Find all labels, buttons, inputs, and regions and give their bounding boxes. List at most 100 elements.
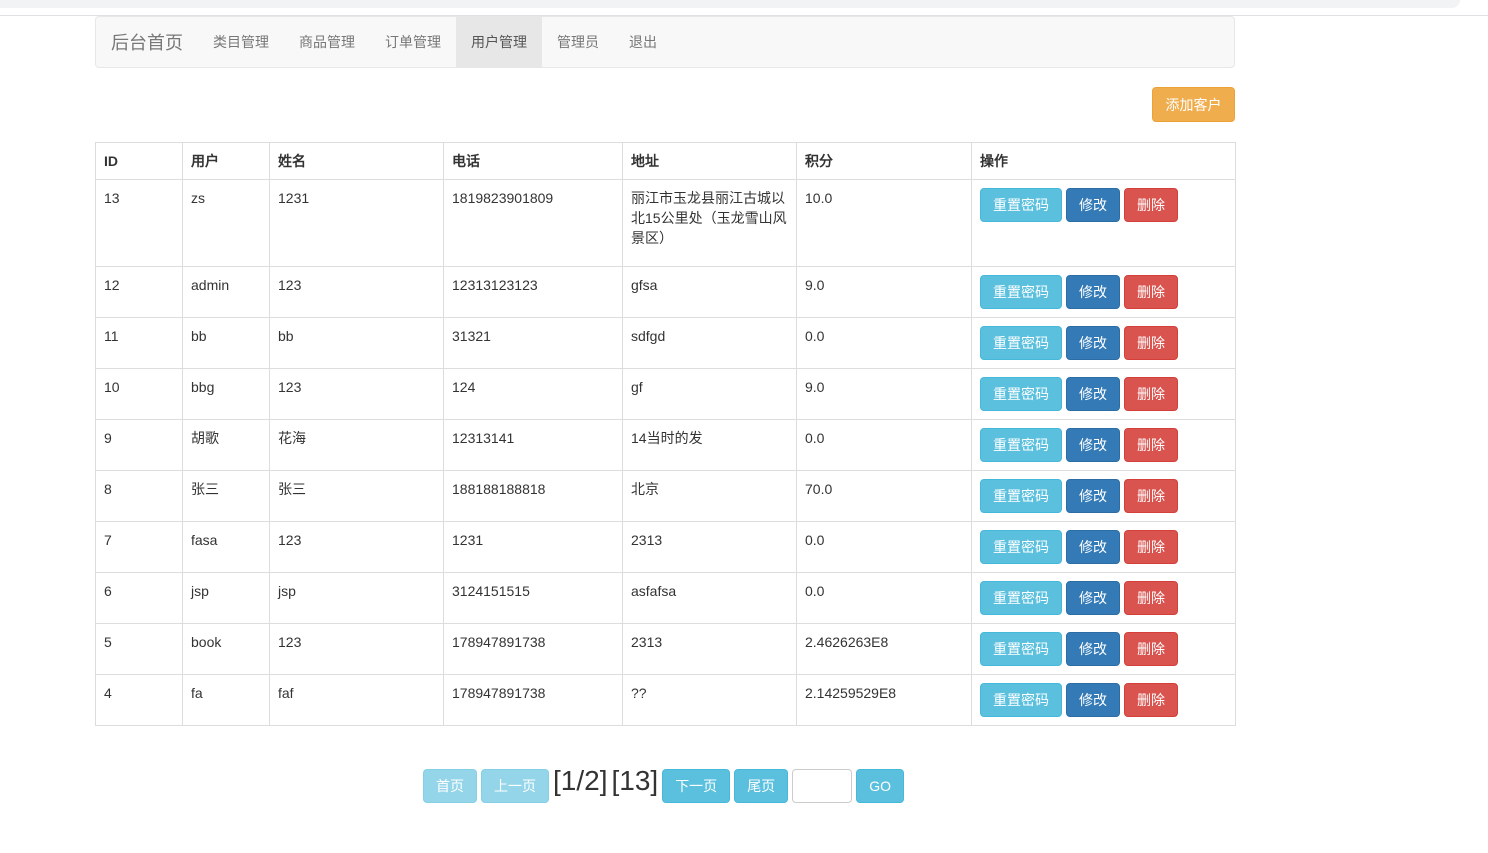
table-row: 4 fa faf 178947891738?? 2.14259529E8 重置密码 修改 删除 bbox=[95, 674, 1236, 726]
edit-button[interactable]: 修改 bbox=[1066, 275, 1120, 309]
header-name: 姓名 bbox=[269, 142, 444, 180]
nav-products[interactable]: 商品管理 bbox=[284, 17, 370, 67]
cell-user: book bbox=[182, 623, 270, 675]
delete-button[interactable]: 删除 bbox=[1124, 326, 1178, 360]
first-page-button[interactable]: 首页 bbox=[423, 769, 477, 803]
nav-orders[interactable]: 订单管理 bbox=[370, 17, 456, 67]
cell-phone: 188188188818 bbox=[443, 470, 623, 522]
cell-points: 2.4626263E8 bbox=[796, 623, 972, 675]
nav-logout[interactable]: 退出 bbox=[614, 17, 672, 67]
table-row: 5 book 123 178947891738 2313 2.4626263E8 重置密码修… bbox=[95, 623, 1236, 675]
cell-user: fa bbox=[182, 674, 270, 726]
cell-actions: 重置密码 修改 删除 bbox=[971, 317, 1236, 369]
cell-address: 北京 bbox=[622, 470, 797, 522]
cell-name: 1231 bbox=[269, 179, 444, 267]
cell-name: 花海 bbox=[269, 419, 444, 471]
cell-id: 12 bbox=[95, 266, 183, 318]
cell-id: 6 bbox=[95, 572, 183, 624]
cell-phone: 178947891738 bbox=[443, 623, 623, 675]
prev-page-button[interactable]: 上一页 bbox=[481, 769, 549, 803]
edit-button[interactable]: 修改 bbox=[1066, 377, 1120, 411]
users-table: ID 用户 姓名 电话 地址 积分 操作 13 zs 1231 18198239018… bbox=[95, 142, 1236, 726]
add-customer-button[interactable]: 添加客户 bbox=[1152, 87, 1235, 122]
cell-address: 丽江市玉龙县丽江古城以北15公里处（玉龙雪山风景区） bbox=[622, 179, 797, 267]
cell-phone: 1231 bbox=[443, 521, 623, 573]
last-page-button[interactable]: 尾页 bbox=[734, 769, 789, 803]
page-number-input[interactable] bbox=[792, 769, 853, 803]
table-row: 8 张三 张三 188188188818 北京 70.0 重置密码 修改 删除 bbox=[95, 470, 1236, 522]
edit-button[interactable]: 修改 bbox=[1066, 188, 1120, 222]
header-user: 用户 bbox=[182, 142, 270, 180]
delete-button[interactable]: 删除 bbox=[1124, 683, 1178, 717]
delete-button[interactable]: 删除 bbox=[1124, 428, 1178, 462]
reset-password-button[interactable]: 重置密码 bbox=[980, 275, 1062, 309]
table-header-row: ID 用户 姓名 电话 地址 积分 操作 bbox=[95, 142, 1236, 180]
cell-points: 10.0 bbox=[796, 179, 972, 267]
edit-button[interactable]: 修改 bbox=[1066, 530, 1120, 564]
edit-button[interactable]: 修改 bbox=[1066, 632, 1120, 666]
delete-button[interactable]: 删除 bbox=[1124, 530, 1178, 564]
cell-name: 123 bbox=[269, 266, 444, 318]
cell-user: bb bbox=[182, 317, 270, 369]
header-actions: 操作 bbox=[971, 142, 1236, 180]
top-navbar: 后台首页 类目管理 商品管理 订单管理 用户管理 管理员 退出 bbox=[95, 16, 1235, 68]
cell-actions: 重置密码 修改 删除 bbox=[971, 179, 1236, 267]
cell-points: 0.0 bbox=[796, 572, 972, 624]
cell-phone: 12313141 bbox=[443, 419, 623, 471]
cell-phone: 31321 bbox=[443, 317, 623, 369]
delete-button[interactable]: 删除 bbox=[1124, 377, 1178, 411]
reset-password-button[interactable]: 重置密码 bbox=[980, 326, 1062, 360]
table-row: 7 fasa 123 1231 2313 0.0 重置密码 修改 删除 bbox=[95, 521, 1236, 573]
reset-password-button[interactable]: 重置密码 bbox=[980, 479, 1062, 513]
cell-points: 9.0 bbox=[796, 266, 972, 318]
reset-password-button[interactable]: 重置密码 bbox=[980, 530, 1062, 564]
cell-id: 7 bbox=[95, 521, 183, 573]
delete-button[interactable]: 删除 bbox=[1124, 188, 1178, 222]
delete-button[interactable]: 删除 bbox=[1124, 581, 1178, 615]
cell-phone: 124 bbox=[443, 368, 623, 420]
cell-name: jsp bbox=[269, 572, 444, 624]
cell-user: zs bbox=[182, 179, 270, 267]
reset-password-button[interactable]: 重置密码 bbox=[980, 377, 1062, 411]
cell-user: bbg bbox=[182, 368, 270, 420]
go-button[interactable]: GO bbox=[856, 769, 904, 803]
header-phone: 电话 bbox=[443, 142, 623, 180]
edit-button[interactable]: 修改 bbox=[1066, 428, 1120, 462]
cell-address: 2313 bbox=[622, 521, 797, 573]
delete-button[interactable]: 删除 bbox=[1124, 275, 1178, 309]
table-row: 10 bbg 123 124 gf 9.0 重置密码 修改 删除 bbox=[95, 368, 1236, 420]
brand-home-link[interactable]: 后台首页 bbox=[96, 17, 198, 67]
delete-button[interactable]: 删除 bbox=[1124, 479, 1178, 513]
cell-actions: 重置密码 修改 删除 bbox=[971, 266, 1236, 318]
reset-password-button[interactable]: 重置密码 bbox=[980, 581, 1062, 615]
reset-password-button[interactable]: 重置密码 bbox=[980, 428, 1062, 462]
reset-password-button[interactable]: 重置密码 bbox=[980, 632, 1062, 666]
table-row: 6 jsp jsp 3124151515 asfafsa 0.0 重置密码 修改 删除 bbox=[95, 572, 1236, 624]
cell-user: 胡歌 bbox=[182, 419, 270, 471]
edit-button[interactable]: 修改 bbox=[1066, 581, 1120, 615]
next-page-button[interactable]: 下一页 bbox=[662, 769, 731, 803]
nav-category[interactable]: 类目管理 bbox=[198, 17, 284, 67]
edit-button[interactable]: 修改 bbox=[1066, 326, 1120, 360]
cell-address: asfafsa bbox=[622, 572, 797, 624]
nav-admins[interactable]: 管理员 bbox=[542, 17, 614, 67]
cell-name: faf bbox=[269, 674, 444, 726]
reset-password-button[interactable]: 重置密码 bbox=[980, 188, 1062, 222]
cell-actions: 重置密码 修改 删除 bbox=[971, 419, 1236, 471]
nav-users[interactable]: 用户管理 bbox=[456, 17, 542, 67]
cell-name: bb bbox=[269, 317, 444, 369]
browser-bar bbox=[0, 0, 1460, 8]
cell-name: 123 bbox=[269, 521, 444, 573]
cell-address: ?? bbox=[622, 674, 797, 726]
cell-actions: 重置密码 修改 删除 bbox=[971, 623, 1236, 675]
edit-button[interactable]: 修改 bbox=[1066, 683, 1120, 717]
edit-button[interactable]: 修改 bbox=[1066, 479, 1120, 513]
cell-actions: 重置密码 修改 删除 bbox=[971, 521, 1236, 573]
table-row: 13 zs 1231 1819823901809 丽江市玉龙县丽江古城以北15公里处（玉… bbox=[95, 179, 1236, 267]
delete-button[interactable]: 删除 bbox=[1124, 632, 1178, 666]
cell-id: 11 bbox=[95, 317, 183, 369]
reset-password-button[interactable]: 重置密码 bbox=[980, 683, 1062, 717]
cell-phone: 1819823901809 bbox=[443, 179, 623, 267]
cell-address: 2313 bbox=[622, 623, 797, 675]
page-info: [1/2] bbox=[553, 765, 608, 796]
